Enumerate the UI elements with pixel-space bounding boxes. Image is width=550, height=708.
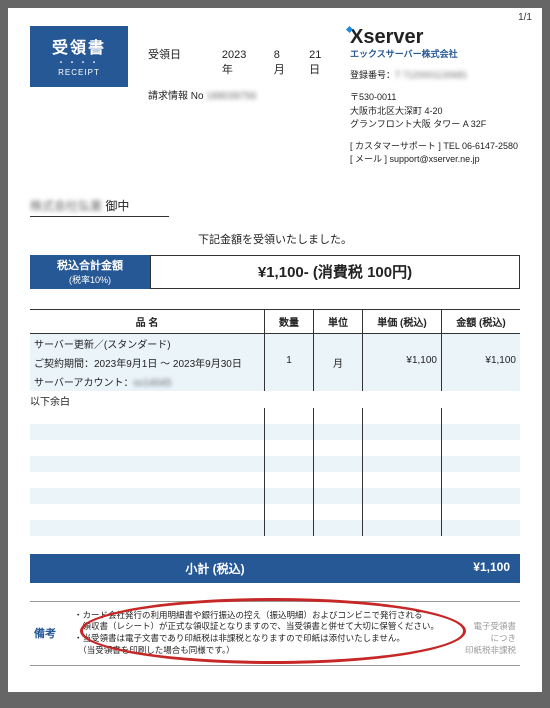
company-block: Xserver エックスサーバー株式会社 登録番号：T 712000113068…: [350, 26, 520, 167]
receipt-tag: 受領書 ・・・・ RECEIPT: [30, 26, 128, 87]
items-table: 品 名 数量 単位 単価 (税込) 金額 (税込) サーバー更新／(スタンダード…: [30, 309, 520, 536]
company-logo: Xserver: [350, 26, 520, 49]
bill-number-value: 188039756: [206, 91, 256, 102]
table-row: ご契約期間：2023年9月1日 ～ 2023年9月30日 1 月 ¥1,100 …: [30, 353, 520, 372]
table-row: サーバーアカウント：sv14045: [30, 372, 520, 391]
below-blank: 以下余白: [30, 393, 520, 408]
notes-text: ・カード会社発行の利用明細書や銀行振込の控え（振込明細）およびコンビニで発行され…: [74, 610, 456, 658]
subtotal-label: 小計 (税込): [30, 554, 400, 583]
bill-number-label: 請求情報 No: [148, 91, 204, 102]
total-label: 税込合計金額: [30, 257, 150, 273]
date-year: 2023年: [222, 49, 254, 77]
table-row: [30, 456, 520, 472]
total-amount: ¥1,100- (消費税 100円): [150, 255, 520, 289]
table-row: [30, 488, 520, 504]
date-month: 8月: [274, 49, 289, 77]
table-row: [30, 440, 520, 456]
date-day: 21日: [309, 49, 330, 77]
registration-number: 登録番号：T 7120001130681: [350, 68, 520, 81]
table-row: [30, 520, 520, 536]
date-label: 受領日: [148, 46, 202, 62]
addressee: 株式会社弘業 御中: [30, 197, 169, 217]
divider-dots: ・・・・: [44, 60, 114, 66]
table-row: [30, 408, 520, 424]
table-row: [30, 424, 520, 440]
receipt-message: 下記金額を受領いたしました。: [30, 231, 520, 247]
col-name-header: 品 名: [30, 310, 264, 333]
table-row: [30, 472, 520, 488]
company-name: エックスサーバー株式会社: [350, 47, 520, 60]
stamp-exemption: 電子受領書 につき 印紙税非課税: [456, 610, 516, 658]
subtotal-value: ¥1,100: [400, 554, 520, 583]
notes-section: 備考 ・カード会社発行の利用明細書や銀行振込の控え（振込明細）およびコンビニで発…: [30, 601, 520, 667]
receipt-title-jp: 受領書: [44, 34, 114, 58]
col-qty-header: 数量: [264, 310, 313, 333]
col-unit-header: 単位: [313, 310, 362, 333]
page-number: 1/1: [518, 12, 532, 23]
table-header: 品 名 数量 単位 単価 (税込) 金額 (税込): [30, 309, 520, 334]
bill-number: 請求情報 No 188039756: [148, 87, 330, 102]
total-tax-rate: (税率10%): [30, 273, 150, 286]
total-box: 税込合計金額 (税率10%) ¥1,100- (消費税 100円): [30, 255, 520, 289]
col-price-header: 単価 (税込): [362, 310, 441, 333]
table-row: サーバー更新／(スタンダード): [30, 334, 520, 353]
notes-label: 備考: [34, 610, 74, 658]
subtotal-row: 小計 (税込) ¥1,100: [30, 554, 520, 583]
company-address: 〒530-0011 大阪市北区大深町 4-20 グランフロント大阪 タワー A …: [350, 91, 520, 132]
receipt-date: 受領日 2023年 8月 21日: [148, 46, 330, 77]
receipt-title-en: RECEIPT: [44, 68, 114, 77]
company-contact: [ カスタマーサポート ] TEL 06-6147-2580 [ メール ] s…: [350, 140, 520, 167]
col-amount-header: 金額 (税込): [441, 310, 520, 333]
table-row: [30, 504, 520, 520]
